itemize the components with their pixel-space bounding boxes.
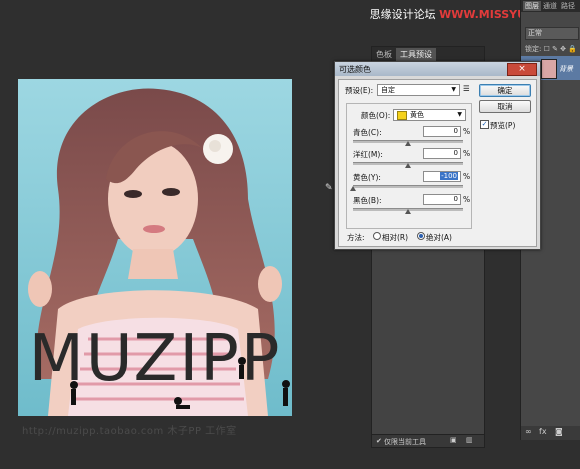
method-absolute-radio[interactable] (417, 232, 425, 240)
black-unit: % (463, 195, 471, 204)
new-preset-icon[interactable]: ▣ (450, 436, 457, 444)
photo-canvas[interactable]: MUZIPP (18, 79, 292, 416)
cyan-label: 青色(C): (353, 128, 382, 137)
chevron-down-icon: ▼ (457, 111, 462, 118)
fx-icon[interactable]: fx (539, 427, 547, 436)
magenta-value-field[interactable]: 0 (423, 148, 461, 159)
yellow-swatch (397, 110, 407, 120)
layers-tabs: 图层 通道 路径 (521, 0, 580, 12)
tab-tool-presets[interactable]: 工具预设 (396, 48, 436, 61)
preset-value: 自定 (381, 86, 395, 94)
black-label: 黑色(B): (353, 196, 382, 205)
colors-value: 黄色 (410, 111, 424, 119)
yellow-slider-thumb[interactable] (350, 186, 356, 191)
preset-select[interactable]: 自定 ▼ (377, 84, 460, 96)
shop-url-watermark: http://muzipp.taobao.com 木子PP 工作室 (22, 426, 237, 437)
tab-paths[interactable]: 路径 (561, 1, 575, 11)
lock-row: 锁定: ☐ ✎ ✥ 🔒 (525, 44, 577, 54)
ok-button[interactable]: 确定 (479, 84, 531, 97)
tab-layers[interactable]: 图层 (523, 1, 541, 11)
site-name: 思缘设计论坛 (369, 8, 436, 21)
cancel-button[interactable]: 取消 (479, 100, 531, 113)
tab-swatches[interactable]: 色板 (376, 49, 392, 60)
yellow-slider[interactable] (353, 185, 463, 188)
close-button[interactable]: × (507, 63, 537, 76)
current-tool-label: 仅限当前工具 (384, 438, 426, 446)
black-value-field[interactable]: 0 (423, 194, 461, 205)
method-label: 方法: (347, 233, 365, 242)
muzipp-logo: MUZIPP (28, 322, 282, 396)
dialog-titlebar[interactable]: 可选颜色 × (335, 62, 540, 76)
method-absolute-label: 绝对(A) (426, 233, 452, 242)
chevron-down-icon: ▼ (451, 86, 456, 93)
panel-tabs: 色板 工具预设 (372, 47, 484, 61)
layer-name: 背景 (559, 65, 573, 73)
preset-options-icon[interactable]: ☰ (463, 84, 470, 93)
cursor-icon: ✎ (325, 183, 333, 193)
yellow-unit: % (463, 172, 471, 181)
preview-checkbox[interactable]: ✓ (480, 120, 489, 129)
tab-channels[interactable]: 通道 (543, 1, 557, 11)
dialog-body: 预设(E): 自定 ▼ ☰ 确定 取消 ✓ 预览(P) 颜色(O): 黄色 ▼ … (338, 79, 537, 247)
yellow-value-field[interactable]: -100 (423, 171, 461, 182)
method-relative-label: 相对(R) (382, 233, 409, 242)
magenta-unit: % (463, 149, 471, 158)
link-icon[interactable]: ∞ (525, 427, 532, 436)
magenta-label: 洋红(M): (353, 150, 383, 159)
color-adjust-group: 颜色(O): 黄色 ▼ 青色(C): 0 % 洋红(M): 0 % 黄色(Y):… (346, 103, 472, 229)
mask-icon[interactable]: ◙ (555, 427, 563, 436)
close-icon: × (518, 64, 526, 74)
current-tool-checkbox[interactable]: ✔ (376, 437, 382, 445)
cyan-slider-thumb[interactable] (405, 141, 411, 146)
blend-mode-select[interactable]: 正常 (525, 27, 579, 40)
selective-color-dialog: 可选颜色 × 预设(E): 自定 ▼ ☰ 确定 取消 ✓ 预览(P) 颜色(O)… (334, 61, 541, 250)
yellow-label: 黄色(Y): (353, 173, 381, 182)
cyan-value-field[interactable]: 0 (423, 126, 461, 137)
cyan-unit: % (463, 127, 471, 136)
layer-thumbnail (541, 59, 557, 79)
preset-label: 预设(E): (345, 86, 374, 95)
colors-select[interactable]: 黄色 ▼ (393, 109, 466, 121)
lock-icons[interactable]: ☐ ✎ ✥ 🔒 (544, 45, 577, 53)
preview-label: 预览(P) (490, 121, 516, 130)
colors-label: 颜色(O): (361, 111, 391, 120)
dialog-title: 可选颜色 (339, 65, 371, 74)
lock-label: 锁定: (525, 45, 542, 53)
method-relative-radio[interactable] (373, 232, 381, 240)
panel-footer: ✔ 仅限当前工具 ▣ ▥ (372, 434, 484, 447)
trash-icon[interactable]: ▥ (466, 436, 473, 444)
magenta-slider-thumb[interactable] (405, 163, 411, 168)
layers-footer: ∞ fx ◙ (521, 426, 580, 440)
black-slider-thumb[interactable] (405, 209, 411, 214)
